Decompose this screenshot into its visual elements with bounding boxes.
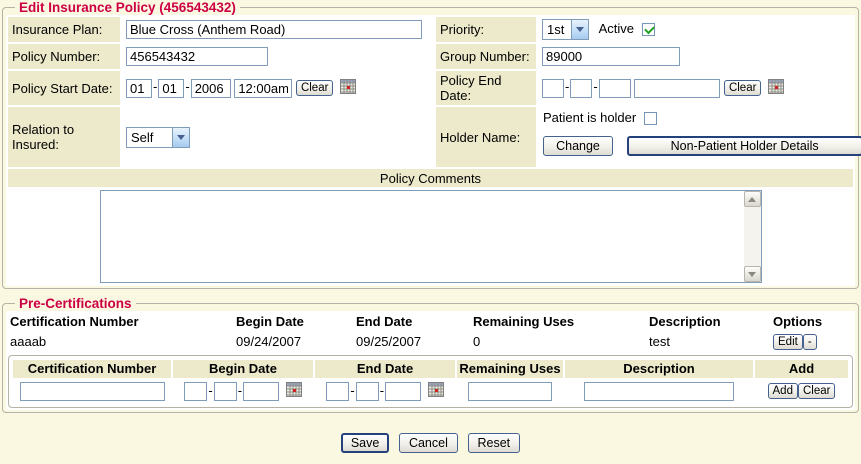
reset-button[interactable]: Reset xyxy=(468,433,521,453)
relation-to-insured-label: Relation to Insured: xyxy=(8,107,120,167)
cell-begin-date: 09/24/2007 xyxy=(234,331,354,352)
start-date-clear-button[interactable]: Clear xyxy=(296,80,333,96)
change-holder-button[interactable]: Change xyxy=(543,136,613,156)
scroll-up-icon[interactable] xyxy=(744,191,761,207)
add-end-year-input[interactable] xyxy=(385,382,421,401)
policy-comments-box xyxy=(100,190,762,283)
add-remaining-uses-input[interactable] xyxy=(468,382,552,401)
remove-precert-button[interactable]: - xyxy=(803,334,817,350)
add-begin-day-input[interactable] xyxy=(214,382,237,401)
policy-start-date-label: Policy Start Date: xyxy=(8,71,120,105)
col-begin-date: Begin Date xyxy=(234,312,354,331)
policy-comments-textarea[interactable] xyxy=(101,191,744,282)
cell-end-date: 09/25/2007 xyxy=(354,331,471,352)
priority-label: Priority: xyxy=(436,17,536,42)
calendar-icon[interactable] xyxy=(340,79,356,97)
edit-precert-button[interactable]: Edit xyxy=(773,334,803,350)
end-time-input[interactable] xyxy=(634,79,720,98)
page-title: Edit Insurance Policy (456543432) xyxy=(15,0,240,15)
date-separator: - xyxy=(185,79,189,94)
active-label: Active xyxy=(599,21,634,36)
policy-form: Insurance Plan: Priority: 1st Active Pol… xyxy=(6,15,855,286)
add-precert-button[interactable]: Add xyxy=(768,383,798,399)
cancel-button[interactable]: Cancel xyxy=(399,433,458,453)
chevron-down-icon xyxy=(172,128,189,147)
policy-end-date-label: Policy End Date: xyxy=(436,71,536,105)
scroll-down-icon[interactable] xyxy=(744,266,761,282)
policy-number-label: Policy Number: xyxy=(8,44,120,69)
insurance-plan-label: Insurance Plan: xyxy=(8,17,120,42)
patient-is-holder-label: Patient is holder xyxy=(543,110,636,125)
active-checkbox[interactable] xyxy=(642,23,655,36)
date-separator: - xyxy=(565,79,569,94)
group-number-label: Group Number: xyxy=(436,44,536,69)
relation-to-insured-select[interactable]: Self xyxy=(126,127,190,148)
date-separator: - xyxy=(238,383,242,398)
add-description-input[interactable] xyxy=(584,382,734,401)
end-month-input[interactable] xyxy=(542,79,564,98)
start-year-input[interactable] xyxy=(191,79,231,98)
calendar-icon[interactable] xyxy=(428,382,444,400)
start-month-input[interactable] xyxy=(126,79,152,98)
clear-precert-button[interactable]: Clear xyxy=(798,383,835,399)
non-patient-holder-details-button[interactable]: Non-Patient Holder Details xyxy=(627,136,861,156)
calendar-icon[interactable] xyxy=(286,382,302,400)
date-separator: - xyxy=(350,383,354,398)
edit-policy-section: Edit Insurance Policy (456543432) Insura… xyxy=(2,0,859,289)
add-end-month-input[interactable] xyxy=(326,382,349,401)
add-col-add: Add xyxy=(755,360,848,378)
start-day-input[interactable] xyxy=(158,79,184,98)
priority-select[interactable]: 1st xyxy=(542,19,589,40)
policy-comments-label: Policy Comments xyxy=(8,169,853,187)
pre-certifications-table: Certification Number Begin Date End Date… xyxy=(8,312,853,352)
save-button[interactable]: Save xyxy=(341,433,390,453)
form-actions: Save Cancel Reset xyxy=(0,433,861,453)
add-begin-year-input[interactable] xyxy=(243,382,279,401)
insurance-plan-input[interactable] xyxy=(126,20,422,39)
add-precertification-box: Certification Number Begin Date End Date… xyxy=(8,355,853,408)
add-certification-number-input[interactable] xyxy=(20,382,165,401)
add-col-description: Description xyxy=(565,360,753,378)
table-row: aaaab 09/24/2007 09/25/2007 0 test Edit- xyxy=(8,331,853,352)
pre-certifications-section: Pre-Certifications Certification Number … xyxy=(2,296,859,413)
end-date-clear-button[interactable]: Clear xyxy=(724,80,761,96)
end-year-input[interactable] xyxy=(599,79,631,98)
chevron-down-icon xyxy=(571,20,588,39)
cell-remaining-uses: 0 xyxy=(471,331,647,352)
date-separator: - xyxy=(380,383,384,398)
col-remaining-uses: Remaining Uses xyxy=(471,312,647,331)
relation-select-value: Self xyxy=(127,128,157,147)
priority-select-value: 1st xyxy=(543,20,568,39)
date-separator: - xyxy=(208,383,212,398)
pre-certifications-title: Pre-Certifications xyxy=(15,296,136,311)
group-number-input[interactable] xyxy=(542,47,680,66)
col-end-date: End Date xyxy=(354,312,471,331)
add-begin-month-input[interactable] xyxy=(184,382,207,401)
scrollbar[interactable] xyxy=(744,191,761,282)
cell-description: test xyxy=(647,331,771,352)
add-col-remaining-uses: Remaining Uses xyxy=(457,360,563,378)
add-col-begin-date: Begin Date xyxy=(173,360,313,378)
cell-certification-number: aaaab xyxy=(8,331,234,352)
end-day-input[interactable] xyxy=(570,79,592,98)
calendar-icon[interactable] xyxy=(768,79,784,97)
col-certification-number: Certification Number xyxy=(8,312,234,331)
start-time-input[interactable] xyxy=(234,79,292,98)
add-col-certification-number: Certification Number xyxy=(13,360,171,378)
add-end-day-input[interactable] xyxy=(356,382,379,401)
date-separator: - xyxy=(153,79,157,94)
holder-name-label: Holder Name: xyxy=(436,107,536,167)
date-separator: - xyxy=(593,79,597,94)
policy-number-input[interactable] xyxy=(126,47,268,66)
add-col-end-date: End Date xyxy=(315,360,455,378)
col-options: Options xyxy=(771,312,853,331)
col-description: Description xyxy=(647,312,771,331)
patient-is-holder-checkbox[interactable] xyxy=(644,112,657,125)
